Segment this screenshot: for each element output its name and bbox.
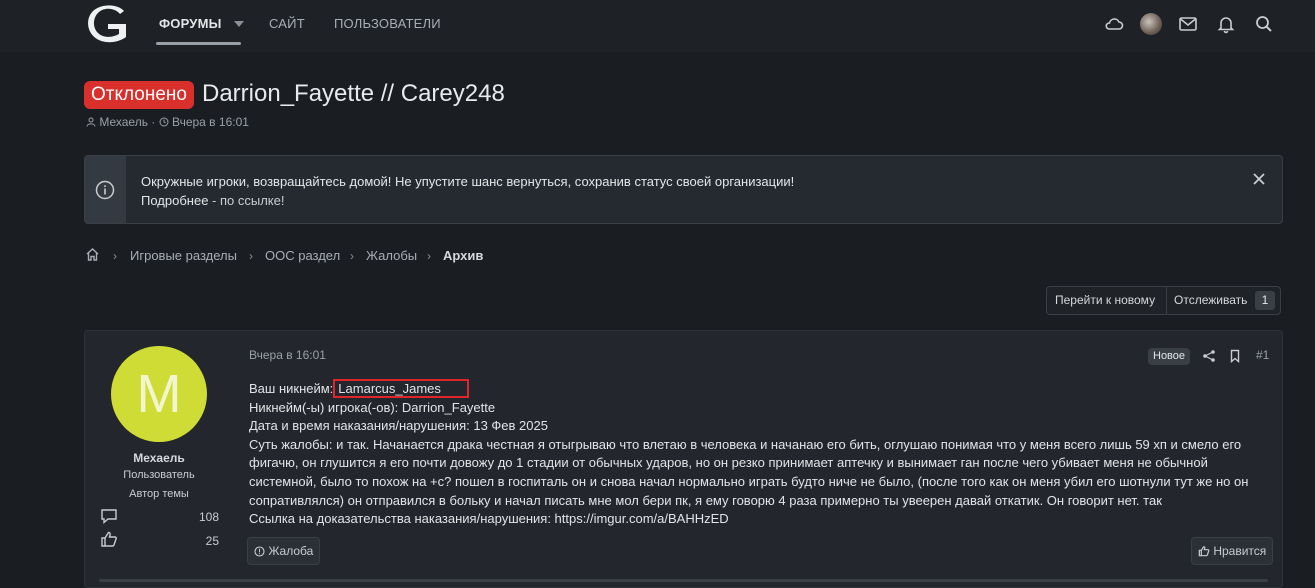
tab-site[interactable]: САЙТ (269, 16, 305, 31)
nick-label: Ваш никнейм: (249, 381, 334, 396)
watch-button[interactable]: Отслеживать (1174, 287, 1247, 314)
thread-actions: Перейти к новому Отслеживать 1 (1046, 286, 1281, 315)
page-title: Darrion_Fayette // Carey248 (202, 80, 505, 107)
post-line: системной, было то похож на +с? пошел в … (249, 473, 1249, 489)
chevron-down-icon[interactable] (234, 21, 244, 27)
nick-value-highlight: Lamarcus_James (333, 379, 469, 398)
like-label: Нравится (1213, 544, 1267, 558)
notice-text: Окружные игроки, возвращайтесь домой! Не… (141, 174, 795, 189)
post-line: Дата и время наказания/нарушения: 13 Фев… (249, 418, 548, 434)
report-button[interactable]: Жалоба (247, 537, 321, 565)
breadcrumb-item-ooc[interactable]: OOC раздел (265, 248, 340, 263)
chevron-right-icon: › (350, 249, 354, 263)
close-icon[interactable] (1252, 172, 1266, 186)
post-footer-divider (99, 579, 1268, 582)
breadcrumb-item-complaints[interactable]: Жалобы (366, 248, 417, 263)
notice-more-link[interactable]: Подробнее (141, 193, 208, 208)
mail-icon[interactable] (1178, 14, 1198, 34)
chevron-right-icon: › (427, 249, 431, 263)
post-line: фигачю, он глушится я его почти довожу д… (249, 455, 1208, 471)
post-line: сопративлялся) он отправился в больку и … (249, 492, 1162, 508)
thread-meta: Мехаель · Вчера в 16:01 (86, 115, 249, 129)
divider (1166, 287, 1167, 314)
like-button[interactable]: Нравится (1191, 537, 1274, 565)
post-line: Суть жалобы: и так. Начанается драка чес… (249, 436, 1242, 452)
thumbs-up-icon (101, 531, 117, 547)
tab-users[interactable]: ПОЛЬЗОВАТЕЛИ (334, 16, 441, 31)
breadcrumb-item-game-sections[interactable]: Игровые разделы (130, 248, 237, 263)
chevron-right-icon: › (249, 249, 253, 263)
info-icon (95, 180, 115, 200)
reactions-count: 25 (205, 534, 219, 548)
post-user-role: Пользователь (123, 469, 195, 481)
thread-author[interactable]: Мехаель (99, 115, 148, 129)
thread-time[interactable]: Вчера в 16:01 (172, 115, 249, 129)
messages-icon (101, 509, 117, 525)
report-label: Жалоба (268, 544, 314, 558)
thumbs-up-icon (1198, 546, 1210, 557)
user-icon (86, 117, 96, 127)
user-avatar[interactable] (1140, 13, 1162, 35)
status-badge: Отклонено (84, 81, 194, 109)
post-user-column: M Мехаель Пользователь Автор темы 108 25 (85, 331, 235, 587)
notice-side (85, 156, 126, 223)
goto-new-button[interactable]: Перейти к новому (1055, 287, 1155, 314)
site-logo[interactable] (84, 2, 130, 44)
report-icon (254, 546, 265, 557)
post-number[interactable]: #1 (1256, 348, 1269, 362)
post: M Мехаель Пользователь Автор темы 108 25… (84, 330, 1283, 588)
notice-banner: Окружные игроки, возвращайтесь домой! Не… (84, 155, 1283, 224)
share-icon[interactable] (1202, 349, 1216, 363)
post-line: Ваш никнейм: Lamarcus_James (249, 379, 1259, 399)
tab-forums[interactable]: ФОРУМЫ (159, 16, 222, 31)
notice-more: Подробнее - по ссылке! (141, 193, 284, 208)
post-line: Ссылка на доказательства наказания/наруш… (249, 511, 729, 527)
breadcrumb-item-archive[interactable]: Архив (443, 248, 483, 263)
post-body: Ваш никнейм: Lamarcus_James Никнейм(-ы) и… (249, 379, 1259, 529)
post-username[interactable]: Мехаель (85, 451, 233, 465)
active-tab-indicator (156, 42, 241, 45)
top-navigation-bar: ФОРУМЫ САЙТ ПОЛЬЗОВАТЕЛИ (0, 0, 1315, 52)
notice-more-rest: - по ссылке! (208, 193, 285, 208)
watch-count: 1 (1255, 291, 1275, 310)
chevron-right-icon: › (113, 249, 117, 263)
home-icon[interactable] (85, 247, 100, 262)
post-line: Никнейм(-ы) игрока(-ов): Darrion_Fayette (249, 399, 496, 415)
post-date[interactable]: Вчера в 16:01 (249, 348, 326, 362)
post-author-label: Автор темы (129, 488, 189, 500)
clock-icon (159, 117, 169, 127)
messages-count: 108 (198, 510, 219, 524)
avatar[interactable]: M (111, 346, 207, 442)
new-badge: Новое (1148, 348, 1191, 365)
search-icon[interactable] (1254, 14, 1274, 34)
cloud-icon[interactable] (1104, 14, 1124, 34)
bell-icon[interactable] (1216, 14, 1236, 34)
bookmark-icon[interactable] (1228, 349, 1242, 363)
